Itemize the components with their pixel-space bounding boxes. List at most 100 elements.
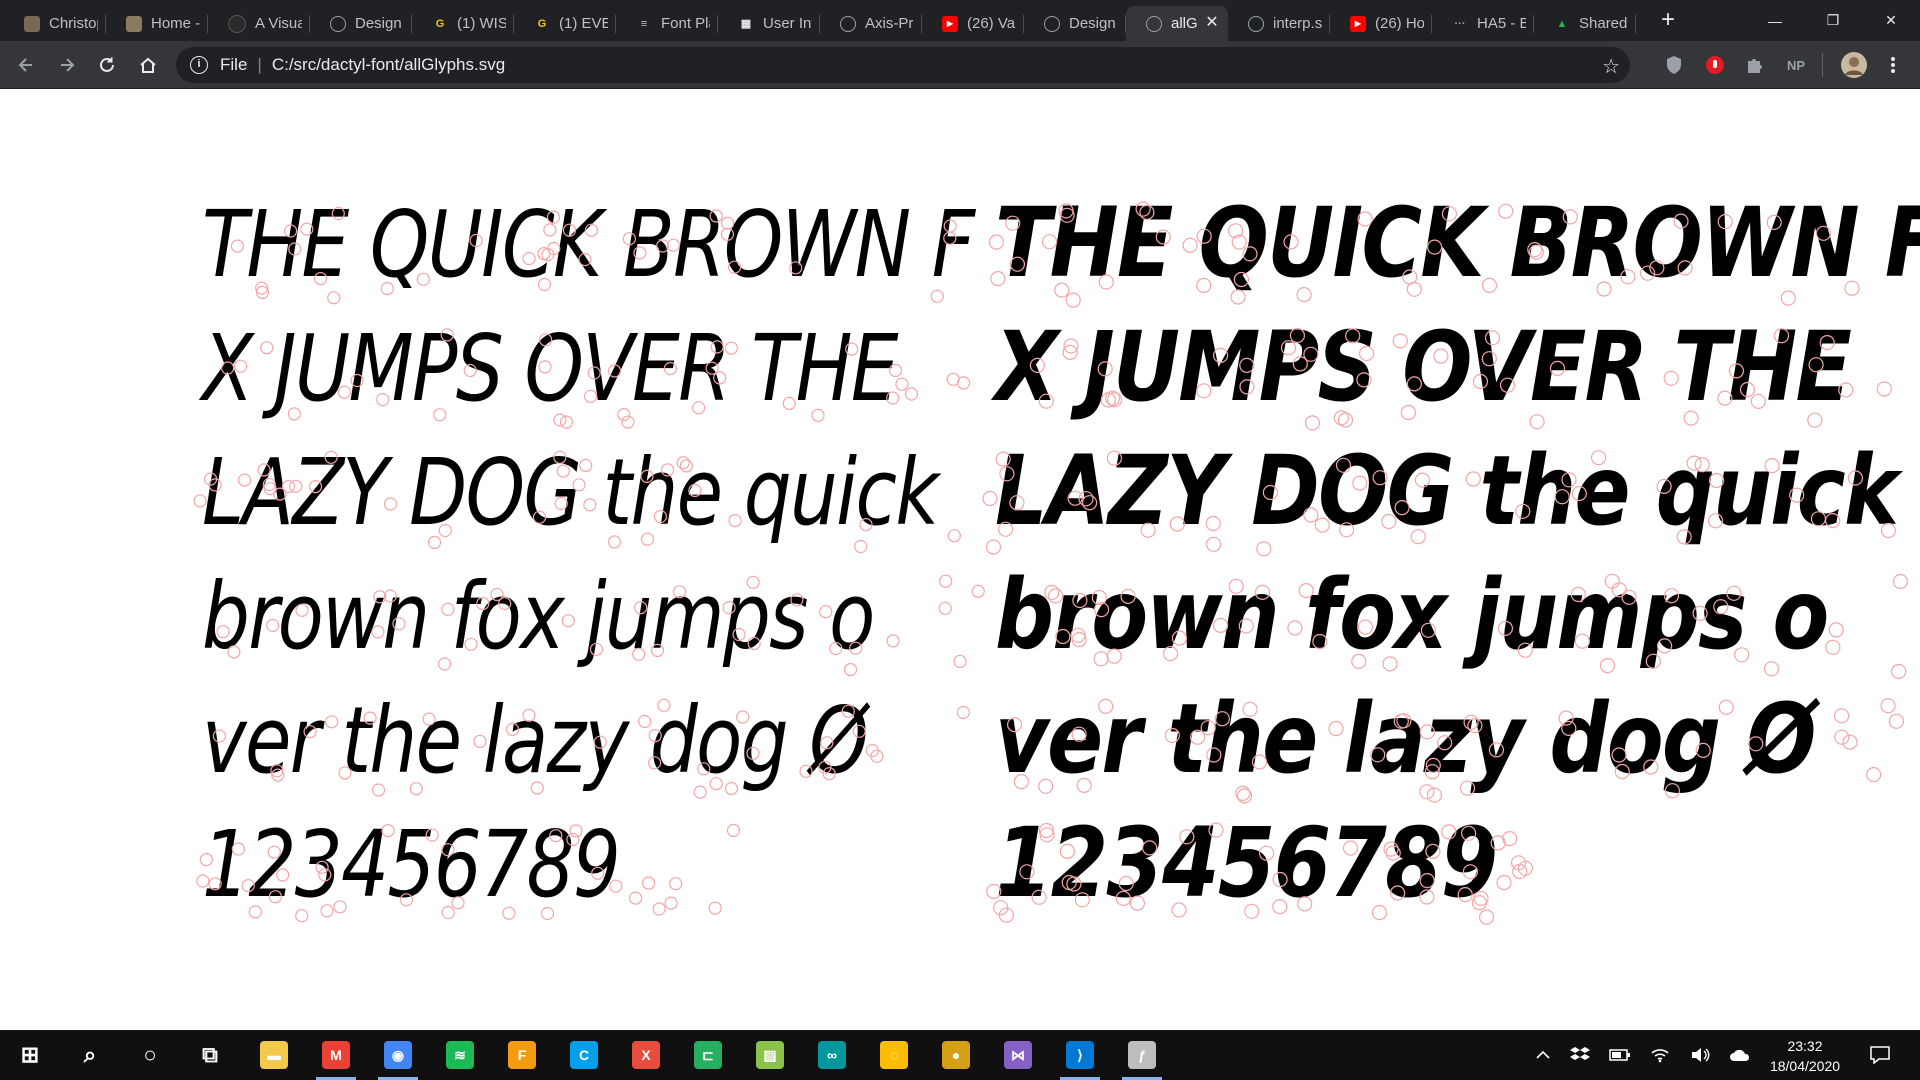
tab-6[interactable]: ≡ Font Pla: [616, 6, 718, 41]
folder-icon: ▬: [260, 1041, 288, 1069]
control-point-marker: [904, 387, 919, 401]
volume-icon[interactable]: [1685, 1030, 1715, 1080]
globe-icon: [330, 15, 346, 32]
tab-5[interactable]: G (1) EVEF: [514, 6, 616, 41]
tab-1[interactable]: Home -: [106, 6, 208, 41]
system-clock[interactable]: 23:32 18/04/2020: [1750, 1036, 1860, 1076]
reload-button[interactable]: [93, 51, 121, 79]
control-point-marker: [1510, 855, 1527, 871]
dropbox-icon[interactable]: [1565, 1030, 1595, 1080]
visual-studio[interactable]: ⋈: [992, 1030, 1044, 1080]
light-glyph-line: X JUMPS OVER THE: [202, 315, 899, 422]
control-point-marker: [938, 601, 952, 615]
minimize-button[interactable]: —: [1752, 0, 1798, 41]
new-tab-button[interactable]: +: [1656, 8, 1680, 33]
cortana-button[interactable]: ○: [124, 1030, 176, 1080]
control-point-marker: [664, 896, 678, 910]
tab-15[interactable]: ▲ Shared: [1534, 6, 1636, 41]
forward-button[interactable]: [53, 51, 81, 79]
scheme-label: File: [220, 55, 248, 74]
control-point-marker: [870, 749, 884, 763]
image-viewer[interactable]: ▨: [744, 1030, 796, 1080]
tab-10[interactable]: Design: [1024, 6, 1126, 41]
task-view-button[interactable]: ⧉: [184, 1030, 236, 1080]
tab-14[interactable]: ··· HA5 - B: [1432, 6, 1534, 41]
profile-avatar-icon[interactable]: [1840, 51, 1868, 79]
url-text[interactable]: C:/src/dactyl-font/allGlyphs.svg: [272, 55, 505, 75]
globe-icon: [1044, 15, 1060, 32]
back-button[interactable]: [12, 51, 40, 79]
tab-2[interactable]: A Visual: [208, 6, 310, 41]
control-point-marker: [865, 743, 880, 758]
close-icon: ✕: [1885, 12, 1897, 28]
globe-icon: [840, 15, 856, 32]
search-button[interactable]: ⌕: [64, 1030, 116, 1080]
tab-4[interactable]: G (1) WISI: [412, 6, 514, 41]
control-point-marker: [1892, 573, 1909, 590]
chrome[interactable]: ◉: [372, 1030, 424, 1080]
np-extension-label: NP: [1786, 57, 1806, 73]
gmail[interactable]: M: [310, 1030, 362, 1080]
site-info-icon[interactable]: i: [190, 56, 208, 74]
shield-extension-icon[interactable]: [1663, 54, 1685, 76]
bold-glyph-line: THE QUICK BROWN F: [995, 187, 1920, 299]
tab-9[interactable]: ▶ (26) Var: [922, 6, 1024, 41]
tab-title: (1) EVEF: [559, 15, 608, 32]
restore-icon: ❐: [1826, 12, 1840, 28]
control-point-marker: [1833, 708, 1850, 724]
image-icon: ▨: [756, 1041, 784, 1069]
script-app[interactable]: ƒ: [1116, 1030, 1168, 1080]
home-button[interactable]: [134, 51, 162, 79]
np-extension[interactable]: NP: [1785, 54, 1807, 76]
notification-icon[interactable]: [1862, 1030, 1898, 1080]
blender[interactable]: ●: [930, 1030, 982, 1080]
control-point-marker: [726, 823, 741, 838]
control-point-marker: [956, 705, 971, 720]
task-view-icon: ⧉: [202, 1042, 218, 1067]
tab-12[interactable]: interp.s: [1228, 6, 1330, 41]
control-point-marker: [1517, 860, 1534, 876]
window-close-button[interactable]: ✕: [1868, 0, 1914, 41]
terminal[interactable]: ⊏: [682, 1030, 734, 1080]
restore-button[interactable]: ❐: [1810, 0, 1856, 41]
tab-11[interactable]: allG ✕: [1126, 6, 1228, 41]
bold-glyph-line: brown fox jumps o: [995, 559, 1829, 671]
bookmark-star-icon[interactable]: ☆: [1602, 54, 1620, 79]
fontforge[interactable]: F: [496, 1030, 548, 1080]
vscode[interactable]: ⟩: [1054, 1030, 1106, 1080]
spotify[interactable]: ≋: [434, 1030, 486, 1080]
battery-icon[interactable]: [1605, 1030, 1635, 1080]
chevron-up-icon[interactable]: [1528, 1030, 1558, 1080]
tab-3[interactable]: Design: [310, 6, 412, 41]
tab-title: allG: [1171, 15, 1198, 32]
tab-8[interactable]: Axis-Pra: [820, 6, 922, 41]
puzzle-extension-icon[interactable]: [1744, 54, 1766, 76]
ccleaner[interactable]: C: [558, 1030, 610, 1080]
dark-circle-icon: [228, 14, 246, 33]
keep[interactable]: ◌: [868, 1030, 920, 1080]
clock-time: 23:32: [1787, 1038, 1823, 1054]
tab-13[interactable]: ▶ (26) Ho: [1330, 6, 1432, 41]
lightbulb-icon: ◌: [880, 1041, 908, 1069]
more-menu-icon[interactable]: [1882, 54, 1904, 76]
red-extension-icon[interactable]: [1704, 54, 1726, 76]
tab-7[interactable]: ▦ User Int: [718, 6, 820, 41]
control-point-marker: [895, 377, 909, 391]
f-script-icon: ƒ: [1128, 1041, 1156, 1069]
file-explorer[interactable]: ▬: [248, 1030, 300, 1080]
control-point-marker: [946, 372, 960, 386]
wifi-icon[interactable]: [1645, 1030, 1675, 1080]
xmind[interactable]: X: [620, 1030, 672, 1080]
tab-title: Christop: [49, 15, 98, 32]
control-point-marker: [956, 376, 971, 390]
start-button[interactable]: ⊞: [4, 1030, 56, 1080]
tab-title: A Visual: [255, 15, 302, 32]
control-point-marker: [669, 877, 683, 891]
g-logo-icon: G: [435, 17, 445, 30]
tab-close-icon[interactable]: ✕: [1204, 15, 1220, 31]
arduino[interactable]: ∞: [806, 1030, 858, 1080]
tab-0[interactable]: Christop: [4, 6, 106, 41]
address-bar[interactable]: i File | C:/src/dactyl-font/allGlyphs.sv…: [176, 47, 1630, 83]
sliders-icon: ≡: [640, 17, 648, 30]
light-glyph-line: LAZY DOG the quick: [202, 439, 939, 546]
